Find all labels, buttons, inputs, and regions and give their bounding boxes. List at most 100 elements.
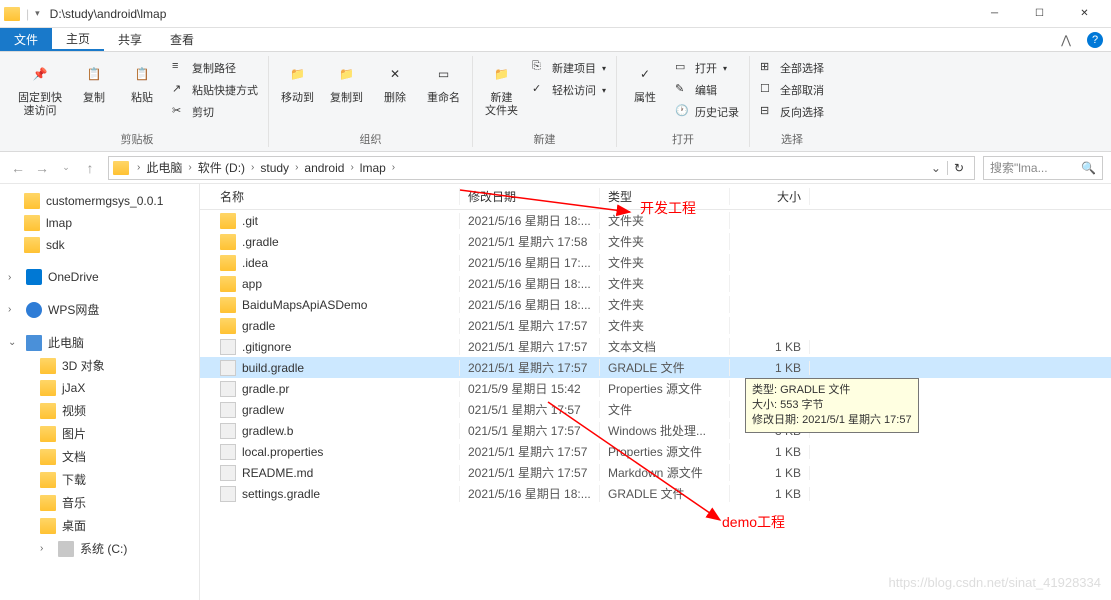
file-row[interactable]: README.md2021/5/1 星期六 17:57Markdown 源文件1…: [200, 462, 1111, 483]
sidebar-item[interactable]: sdk: [0, 234, 199, 256]
easyaccess-button[interactable]: ✓轻松访问▾: [528, 80, 610, 100]
qat-dropdown-icon[interactable]: ▾: [35, 8, 40, 19]
sidebar-item[interactable]: 音乐: [0, 491, 199, 514]
copy-path-button[interactable]: ≡复制路径: [168, 58, 262, 78]
sidebar-item[interactable]: ›系统 (C:): [0, 537, 199, 560]
file-name: settings.gradle: [242, 487, 320, 501]
close-button[interactable]: ✕: [1062, 0, 1107, 28]
pin-button[interactable]: 📌 固定到快 速访问: [12, 56, 68, 120]
sidebar-item[interactable]: 视频: [0, 399, 199, 422]
up-button[interactable]: ↑: [80, 158, 100, 178]
file-row[interactable]: build.gradle2021/5/1 星期六 17:57GRADLE 文件1…: [200, 357, 1111, 378]
file-row[interactable]: gradlew.b021/5/1 星期六 17:57Windows 批处理...…: [200, 420, 1111, 441]
tree-icon: [26, 269, 42, 285]
col-name-header[interactable]: 名称: [200, 188, 460, 205]
minimize-button[interactable]: ─: [972, 0, 1017, 28]
edit-button[interactable]: ✎编辑: [671, 80, 743, 100]
crumb[interactable]: android: [300, 161, 348, 175]
file-name: README.md: [242, 466, 313, 480]
expander-icon[interactable]: ›: [8, 304, 20, 315]
selectnone-button[interactable]: ☐全部取消: [756, 80, 828, 100]
sidebar-item[interactable]: customermgsys_0.0.1: [0, 190, 199, 212]
qat-divider: |: [26, 7, 29, 21]
file-row[interactable]: .gradle2021/5/1 星期六 17:58文件夹: [200, 231, 1111, 252]
col-type-header[interactable]: 类型: [600, 188, 730, 205]
file-row[interactable]: .git2021/5/16 星期日 18:...文件夹: [200, 210, 1111, 231]
forward-button[interactable]: →: [32, 158, 52, 178]
file-icon: [220, 423, 236, 439]
collapse-ribbon-icon[interactable]: ⋀: [1061, 33, 1071, 47]
history-button[interactable]: 🕐历史记录: [671, 102, 743, 122]
invertsel-button[interactable]: ⊟反向选择: [756, 102, 828, 122]
paste-shortcut-button[interactable]: ↗粘贴快捷方式: [168, 80, 262, 100]
sidebar-item[interactable]: ›OneDrive: [0, 266, 199, 288]
file-row[interactable]: gradlew021/5/1 星期六 17:57文件6 KB: [200, 399, 1111, 420]
tab-share[interactable]: 共享: [104, 28, 156, 51]
copyto-button[interactable]: 📁复制到: [324, 56, 369, 107]
recent-dropdown[interactable]: ⌄: [56, 158, 76, 178]
sidebar-item[interactable]: 下载: [0, 468, 199, 491]
file-row[interactable]: BaiduMapsApiASDemo2021/5/16 星期日 18:...文件…: [200, 294, 1111, 315]
file-row[interactable]: .idea2021/5/16 星期日 17:...文件夹: [200, 252, 1111, 273]
expander-icon[interactable]: ⌄: [8, 337, 20, 348]
file-row[interactable]: gradle.pr021/5/9 星期日 15:42Properties 源文件…: [200, 378, 1111, 399]
sidebar-item[interactable]: 桌面: [0, 514, 199, 537]
tooltip: 类型: GRADLE 文件 大小: 553 字节 修改日期: 2021/5/1 …: [745, 378, 919, 433]
file-type: GRADLE 文件: [600, 485, 730, 502]
rename-button[interactable]: ▭重命名: [421, 56, 466, 107]
help-icon[interactable]: ?: [1087, 32, 1103, 48]
navbar: ← → ⌄ ↑ › 此电脑 › 软件 (D:) › study › androi…: [0, 152, 1111, 184]
sidebar-item[interactable]: 图片: [0, 422, 199, 445]
cut-button[interactable]: ✂剪切: [168, 102, 262, 122]
newitem-button[interactable]: ⎘新建项目▾: [528, 58, 610, 78]
maximize-button[interactable]: ☐: [1017, 0, 1062, 28]
sidebar[interactable]: customermgsys_0.0.1lmapsdk ›OneDrive ›WPS网…: [0, 184, 200, 600]
back-button[interactable]: ←: [8, 158, 28, 178]
sidebar-item[interactable]: ›WPS网盘: [0, 298, 199, 321]
expander-icon[interactable]: ›: [40, 543, 52, 554]
sidebar-item[interactable]: jJaX: [0, 377, 199, 399]
moveto-button[interactable]: 📁移动到: [275, 56, 320, 107]
tab-file[interactable]: 文件: [0, 28, 52, 51]
properties-button[interactable]: ✓属性: [623, 56, 667, 107]
file-row[interactable]: local.properties2021/5/1 星期六 17:57Proper…: [200, 441, 1111, 462]
crumb[interactable]: study: [256, 161, 293, 175]
crumb-sep-icon[interactable]: ›: [135, 162, 142, 173]
sidebar-item[interactable]: lmap: [0, 212, 199, 234]
breadcrumb[interactable]: › 此电脑 › 软件 (D:) › study › android › lmap…: [108, 156, 975, 180]
newfolder-button[interactable]: 📁新建 文件夹: [479, 56, 524, 120]
col-size-header[interactable]: 大小: [730, 188, 810, 205]
tree-icon: [26, 335, 42, 351]
file-type: 文件: [600, 401, 730, 418]
sidebar-item[interactable]: 文档: [0, 445, 199, 468]
tab-view[interactable]: 查看: [156, 28, 208, 51]
selectall-button[interactable]: ⊞全部选择: [756, 58, 828, 78]
crumb[interactable]: 此电脑: [142, 159, 186, 176]
sidebar-item[interactable]: ⌄此电脑: [0, 331, 199, 354]
crumb[interactable]: lmap: [356, 161, 390, 175]
delete-button[interactable]: ✕删除: [373, 56, 417, 107]
col-date-header[interactable]: 修改日期: [460, 188, 600, 205]
paste-button[interactable]: 📋 粘贴: [120, 56, 164, 107]
file-row[interactable]: gradle2021/5/1 星期六 17:57文件夹: [200, 315, 1111, 336]
file-date: 2021/5/1 星期六 17:57: [460, 338, 600, 355]
file-name: .gradle: [242, 235, 279, 249]
crumb[interactable]: 软件 (D:): [194, 159, 249, 176]
sidebar-item[interactable]: 3D 对象: [0, 354, 199, 377]
file-size: 1 KB: [730, 361, 810, 375]
tree-icon: [40, 518, 56, 534]
search-input[interactable]: 搜索"lma... 🔍: [983, 156, 1103, 180]
window-controls: ─ ☐ ✕: [972, 0, 1107, 28]
file-row[interactable]: .gitignore2021/5/1 星期六 17:57文本文档1 KB: [200, 336, 1111, 357]
copy-button[interactable]: 📋 复制: [72, 56, 116, 107]
selectnone-icon: ☐: [760, 82, 776, 98]
breadcrumb-dropdown-icon[interactable]: ⌄: [925, 161, 947, 175]
file-row[interactable]: settings.gradle2021/5/16 星期日 18:...GRADL…: [200, 483, 1111, 504]
tab-home[interactable]: 主页: [52, 28, 104, 51]
file-list[interactable]: 名称 修改日期 类型 大小 .git2021/5/16 星期日 18:...文件…: [200, 184, 1111, 600]
file-date: 2021/5/1 星期六 17:58: [460, 233, 600, 250]
expander-icon[interactable]: ›: [8, 272, 20, 283]
open-button[interactable]: ▭打开▾: [671, 58, 743, 78]
file-row[interactable]: app2021/5/16 星期日 18:...文件夹: [200, 273, 1111, 294]
refresh-icon[interactable]: ↻: [947, 161, 970, 175]
